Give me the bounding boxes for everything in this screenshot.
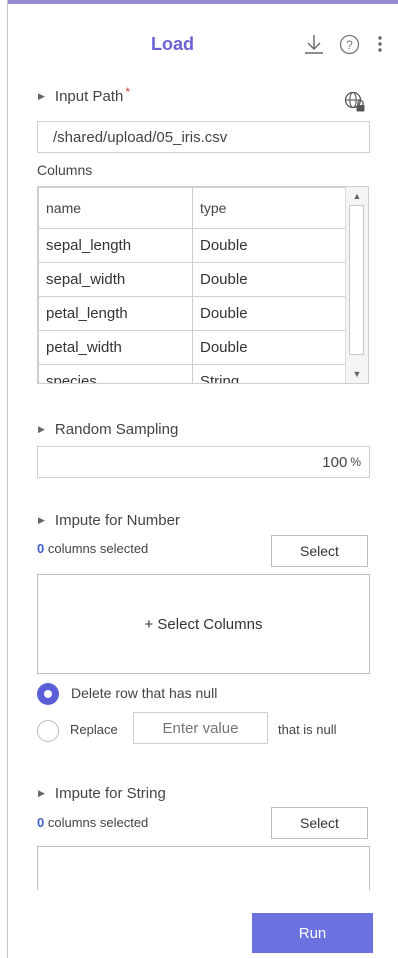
panel-title: Load [151,34,194,54]
globe-lock-icon[interactable] [343,90,367,114]
impute-string-count-text: 0 columns selected [37,815,148,830]
column-type-cell[interactable]: Double [192,228,346,263]
expand-triangle-icon: ▶ [38,788,45,798]
impute-string-label: Impute for String [54,785,166,802]
random-sampling-value: 100 [322,453,348,471]
input-path-label: Input Path [54,88,124,105]
delete-row-radio[interactable] [37,683,59,705]
column-name-cell: petal_length [38,296,193,331]
svg-text:?: ? [346,38,353,52]
help-icon[interactable]: ? [338,33,360,55]
table-header-row: name type [38,187,346,229]
input-path-section-toggle[interactable]: ▶ Input Path * [38,84,130,106]
impute-string-select-button[interactable]: Select [271,807,368,839]
impute-string-select-columns-area[interactable]: + Select Columns [37,846,370,890]
table-row[interactable]: petal_width Double [38,330,346,365]
impute-string-select-columns-clip: + Select Columns [37,846,370,890]
scroll-up-icon[interactable]: ▲ [346,187,368,205]
selected-count-suffix: columns selected [44,815,149,830]
expand-triangle-icon: ▶ [38,91,45,101]
column-header-type: type [192,187,346,229]
table-row[interactable]: species String [38,364,346,383]
expand-triangle-icon: ▶ [38,515,45,525]
scrollbar-thumb[interactable] [349,205,364,355]
table-row[interactable]: petal_length Double [38,296,346,331]
column-header-name: name [38,187,193,229]
percent-unit: % [350,455,361,469]
expand-triangle-icon: ▶ [38,424,45,434]
input-path-field[interactable]: /shared/upload/05_iris.csv [37,121,370,153]
impute-string-section-toggle[interactable]: ▶ Impute for String [38,785,166,802]
impute-number-select-columns-area[interactable]: + Select Columns [37,574,370,674]
required-mark: * [125,84,130,99]
more-vertical-icon[interactable] [372,33,388,55]
table-row[interactable]: sepal_length Double [38,228,346,263]
replace-radio[interactable] [37,720,59,742]
random-sampling-field[interactable]: 100 % [37,446,370,478]
run-button[interactable]: Run [252,913,373,953]
replace-suffix-label: that is null [278,722,337,737]
impute-number-count-text: 0 columns selected [37,541,148,556]
column-type-cell[interactable]: Double [192,296,346,331]
column-type-cell[interactable]: Double [192,262,346,297]
column-name-cell: species [38,364,193,383]
replace-label: Replace [70,722,118,737]
random-sampling-label: Random Sampling [54,421,179,438]
impute-number-section-toggle[interactable]: ▶ Impute for Number [38,512,180,529]
column-type-cell[interactable]: Double [192,330,346,365]
replace-value-input[interactable] [133,712,268,744]
panel-left-border [7,0,8,958]
column-name-cell: petal_width [38,330,193,365]
column-name-cell: sepal_length [38,228,193,263]
panel-top-accent [8,0,398,4]
scroll-down-icon[interactable]: ▼ [346,365,368,383]
delete-row-label: Delete row that has null [71,685,218,701]
random-sampling-section-toggle[interactable]: ▶ Random Sampling [38,421,178,438]
column-type-cell[interactable]: String [192,364,346,383]
selected-count-suffix: columns selected [44,541,149,556]
column-name-cell: sepal_width [38,262,193,297]
table-scrollbar[interactable]: ▲ ▼ [345,187,368,383]
impute-number-label: Impute for Number [54,512,180,529]
download-icon[interactable] [302,32,326,56]
impute-number-select-button[interactable]: Select [271,535,368,567]
columns-label: Columns [37,162,93,178]
table-row[interactable]: sepal_width Double [38,262,346,297]
columns-table: name type sepal_length Double sepal_widt… [37,186,369,384]
